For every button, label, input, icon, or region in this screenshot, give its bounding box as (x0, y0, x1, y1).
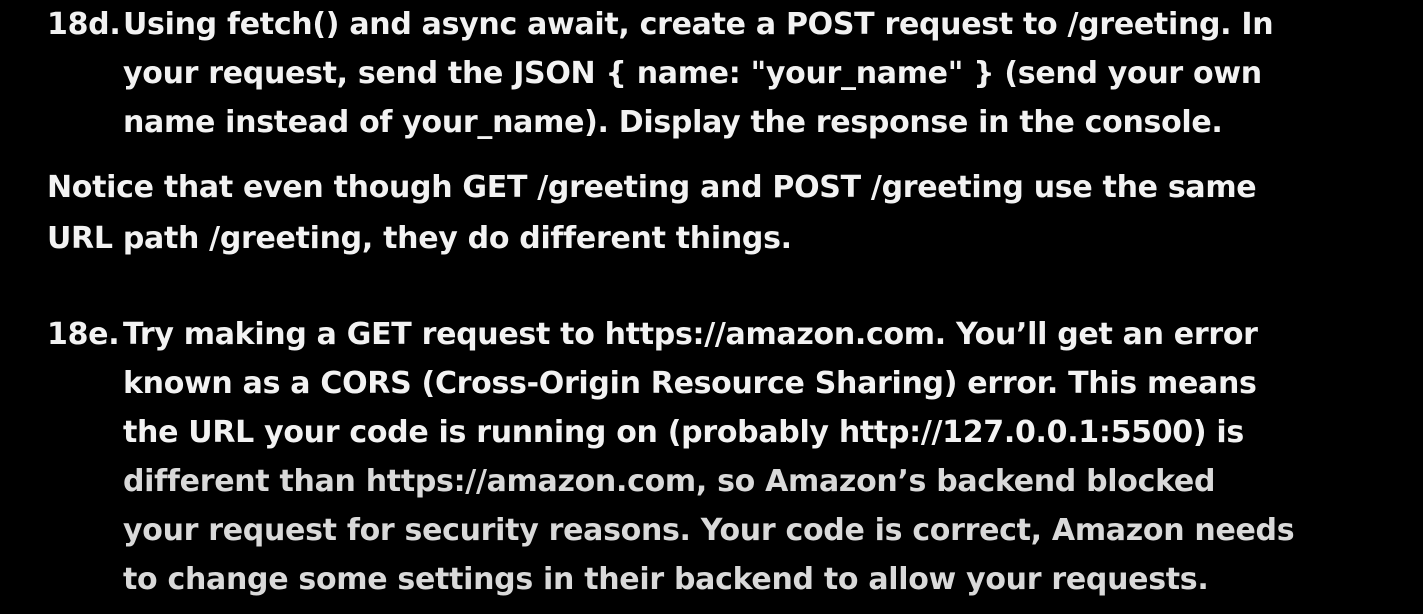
exercise-18e-text: your request for security reasons. Your … (123, 513, 1295, 548)
exercise-18e-text: different than https://amazon.com, so Am… (123, 464, 1216, 499)
exercise-18d-text: Using fetch() and async await, create a … (123, 7, 1274, 42)
exercise-18d-text: name instead of your_name). Display the … (123, 105, 1223, 140)
exercise-18e-text: the URL your code is running on (probabl… (123, 415, 1244, 450)
exercise-18e-number: 18e. (47, 317, 120, 352)
exercise-18d-number: 18d. (47, 7, 121, 42)
note-text: Notice that even though GET /greeting an… (47, 170, 1257, 205)
exercise-18e-text: to change some settings in their backend… (123, 562, 1209, 597)
exercise-18e-text: known as a CORS (Cross-Origin Resource S… (123, 366, 1257, 401)
exercise-18e-text: Try making a GET request to https://amaz… (123, 317, 1258, 352)
exercise-18d-text: your request, send the JSON { name: "you… (123, 56, 1262, 91)
note-text: URL path /greeting, they do different th… (47, 221, 792, 256)
